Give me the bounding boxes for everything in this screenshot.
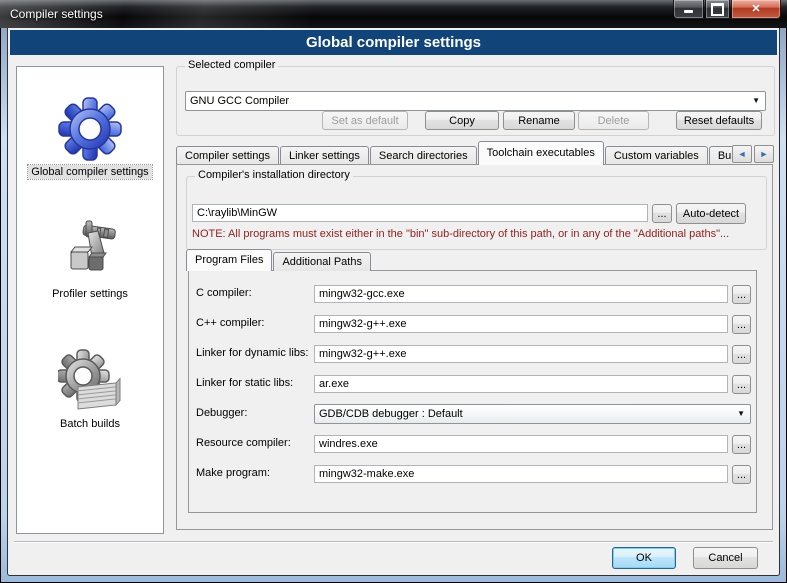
- blue-gear-icon: [58, 97, 122, 161]
- resource-compiler-input[interactable]: [314, 435, 728, 453]
- button-label: Auto-detect: [683, 208, 739, 220]
- button-label: Reset defaults: [684, 115, 754, 127]
- selected-compiler-group-label: Selected compiler: [185, 59, 278, 71]
- rename-button[interactable]: Rename: [503, 111, 575, 130]
- linker-dynamic-input[interactable]: [314, 345, 728, 363]
- resource-compiler-browse-button[interactable]: ...: [732, 435, 751, 454]
- button-label: OK: [636, 552, 652, 564]
- button-label: Cancel: [708, 552, 742, 564]
- sidebar-item-label: Profiler settings: [49, 287, 131, 301]
- set-as-default-button[interactable]: Set as default: [322, 111, 408, 130]
- button-label: Copy: [449, 115, 475, 127]
- reset-defaults-button[interactable]: Reset defaults: [676, 111, 762, 130]
- maximize-icon: [711, 3, 724, 16]
- field-label-make-program: Make program:: [196, 467, 270, 479]
- footer-separator: [14, 541, 773, 543]
- button-label: Set as default: [331, 115, 398, 127]
- page-title-text: Global compiler settings: [306, 34, 481, 51]
- tab-custom-variables[interactable]: Custom variables: [605, 146, 708, 165]
- browse-icon: ...: [737, 379, 746, 391]
- chevron-down-icon: ▼: [737, 409, 745, 418]
- minimize-button[interactable]: [673, 0, 704, 19]
- caliper-icon: [58, 219, 122, 283]
- tab-linker-settings[interactable]: Linker settings: [280, 146, 369, 165]
- scroll-right-icon: ►: [760, 149, 769, 159]
- sidebar-item-profiler-settings[interactable]: Profiler settings: [17, 219, 163, 301]
- compiler-select[interactable]: GNU GCC Compiler ▼: [185, 91, 766, 111]
- cpp-compiler-browse-button[interactable]: ...: [732, 315, 751, 334]
- tab-compiler-settings[interactable]: Compiler settings: [176, 146, 279, 165]
- debugger-select-value: GDB/CDB debugger : Default: [319, 408, 463, 420]
- browse-icon: ...: [737, 469, 746, 481]
- field-label-linker-static: Linker for static libs:: [196, 377, 293, 389]
- ok-button[interactable]: OK: [612, 547, 676, 569]
- field-label-resource-compiler: Resource compiler:: [196, 437, 291, 449]
- dialog-client-area: Global compiler settings: [7, 28, 780, 576]
- tab-build-options[interactable]: Build options: [709, 146, 732, 165]
- c-compiler-browse-button[interactable]: ...: [732, 285, 751, 304]
- maximize-button[interactable]: [705, 0, 730, 19]
- installation-directory-group-label: Compiler's installation directory: [195, 169, 353, 181]
- copy-button[interactable]: Copy: [425, 111, 499, 130]
- titlebar[interactable]: Compiler settings ✕: [0, 0, 787, 28]
- linker-static-input[interactable]: [314, 375, 728, 393]
- debugger-select[interactable]: GDB/CDB debugger : Default ▼: [314, 404, 751, 424]
- tab-scroll-right-button[interactable]: ►: [754, 145, 774, 163]
- tab-scroll-left-button[interactable]: ◄: [732, 145, 752, 163]
- window-controls: ✕: [673, 0, 781, 19]
- field-label-debugger: Debugger:: [196, 407, 247, 419]
- settings-tabs: Compiler settings Linker settings Search…: [176, 141, 732, 165]
- button-label: Delete: [598, 115, 630, 127]
- button-label: Rename: [518, 115, 560, 127]
- installation-directory-browse-button[interactable]: ...: [652, 204, 672, 223]
- browse-icon: ...: [737, 319, 746, 331]
- field-label-linker-dynamic: Linker for dynamic libs:: [196, 347, 309, 359]
- gray-gear-papers-icon: [58, 349, 122, 413]
- compiler-settings-window: Compiler settings ✕ Global compiler sett…: [0, 0, 787, 583]
- make-program-browse-button[interactable]: ...: [732, 465, 751, 484]
- page-title: Global compiler settings: [10, 30, 777, 55]
- installation-directory-input[interactable]: [192, 204, 648, 222]
- sidebar-item-global-compiler-settings[interactable]: Global compiler settings: [17, 97, 163, 179]
- tab-program-files[interactable]: Program Files: [186, 249, 272, 271]
- browse-icon: ...: [737, 349, 746, 361]
- close-icon: ✕: [751, 4, 760, 15]
- sidebar-item-label: Batch builds: [57, 417, 123, 431]
- make-program-input[interactable]: [314, 465, 728, 483]
- auto-detect-button[interactable]: Auto-detect: [676, 203, 746, 224]
- settings-category-sidebar: Global compiler settings: [16, 66, 164, 534]
- chevron-down-icon: ▼: [752, 96, 760, 105]
- linker-dynamic-browse-button[interactable]: ...: [732, 345, 751, 364]
- sidebar-item-batch-builds[interactable]: Batch builds: [17, 349, 163, 431]
- window-frame: Global compiler settings: [1, 28, 786, 582]
- scroll-left-icon: ◄: [738, 149, 747, 159]
- cancel-button[interactable]: Cancel: [693, 547, 758, 569]
- minimize-icon: [684, 10, 693, 13]
- browse-icon: ...: [737, 439, 746, 451]
- browse-icon: ...: [657, 208, 666, 220]
- window-title: Compiler settings: [10, 7, 103, 21]
- tab-search-directories[interactable]: Search directories: [370, 146, 477, 165]
- compiler-select-value: GNU GCC Compiler: [190, 95, 289, 107]
- field-label-c-compiler: C compiler:: [196, 287, 252, 299]
- tab-additional-paths[interactable]: Additional Paths: [273, 252, 371, 271]
- delete-button[interactable]: Delete: [578, 111, 649, 130]
- field-label-cpp-compiler: C++ compiler:: [196, 317, 264, 329]
- program-tabs: Program Files Additional Paths: [186, 249, 372, 271]
- cpp-compiler-input[interactable]: [314, 315, 728, 333]
- linker-static-browse-button[interactable]: ...: [732, 375, 751, 394]
- browse-icon: ...: [737, 289, 746, 301]
- installation-note: NOTE: All programs must exist either in …: [192, 228, 758, 240]
- sidebar-item-label: Global compiler settings: [28, 165, 151, 179]
- close-button[interactable]: ✕: [731, 0, 781, 19]
- c-compiler-input[interactable]: [314, 285, 728, 303]
- tab-toolchain-executables[interactable]: Toolchain executables: [478, 141, 604, 165]
